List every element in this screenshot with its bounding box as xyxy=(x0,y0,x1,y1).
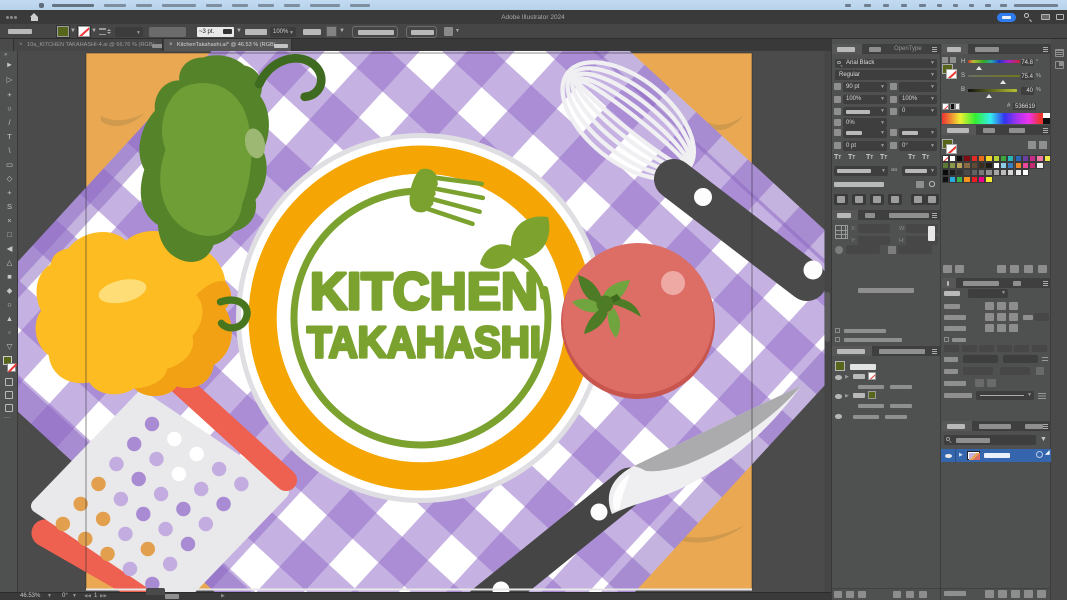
svg-text:TAKAHASHI: TAKAHASHI xyxy=(307,318,541,367)
svg-text:KITCHEN: KITCHEN xyxy=(310,263,538,321)
